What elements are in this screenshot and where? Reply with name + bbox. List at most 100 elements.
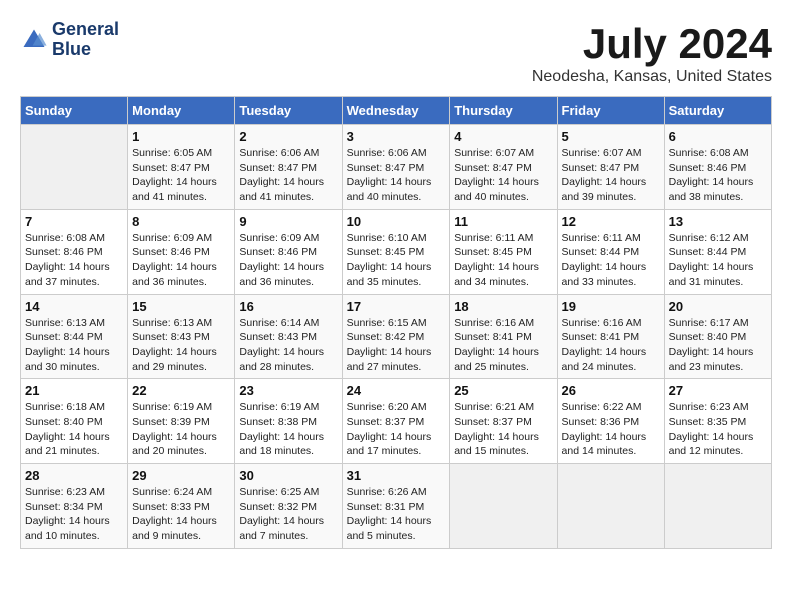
day-info: Sunrise: 6:26 AMSunset: 8:31 PMDaylight:… bbox=[347, 485, 446, 544]
day-info: Sunrise: 6:14 AMSunset: 8:43 PMDaylight:… bbox=[239, 316, 337, 375]
main-title: July 2024 bbox=[532, 20, 772, 68]
calendar-cell: 14Sunrise: 6:13 AMSunset: 8:44 PMDayligh… bbox=[21, 294, 128, 379]
calendar-cell: 24 Sunrise: 6:20 AMSunset: 8:37 PMDayligh… bbox=[342, 379, 450, 464]
day-number: 21 bbox=[25, 383, 123, 398]
calendar-cell: 5 Sunrise: 6:07 AMSunset: 8:47 PMDaylight… bbox=[557, 125, 664, 210]
day-number: 23 bbox=[239, 383, 337, 398]
calendar-cell: 27Sunrise: 6:23 AMSunset: 8:35 PMDayligh… bbox=[664, 379, 771, 464]
calendar-header-row: SundayMondayTuesdayWednesdayThursdayFrid… bbox=[21, 97, 772, 125]
day-number: 16 bbox=[239, 299, 337, 314]
calendar-week-4: 21 Sunrise: 6:18 AMSunset: 8:40 PMDayligh… bbox=[21, 379, 772, 464]
day-number: 13 bbox=[669, 214, 767, 229]
calendar-cell: 1Sunrise: 6:05 AMSunset: 8:47 PMDaylight… bbox=[128, 125, 235, 210]
calendar-cell: 29 Sunrise: 6:24 AMSunset: 8:33 PMDayligh… bbox=[128, 464, 235, 549]
day-number: 20 bbox=[669, 299, 767, 314]
day-info: Sunrise: 6:20 AMSunset: 8:37 PMDaylight:… bbox=[347, 400, 446, 459]
day-info: Sunrise: 6:11 AMSunset: 8:45 PMDaylight:… bbox=[454, 231, 552, 290]
calendar-week-3: 14Sunrise: 6:13 AMSunset: 8:44 PMDayligh… bbox=[21, 294, 772, 379]
day-number: 26 bbox=[562, 383, 660, 398]
calendar-cell: 17 Sunrise: 6:15 AMSunset: 8:42 PMDayligh… bbox=[342, 294, 450, 379]
calendar-cell: 25 Sunrise: 6:21 AMSunset: 8:37 PMDayligh… bbox=[450, 379, 557, 464]
calendar-cell: 10 Sunrise: 6:10 AMSunset: 8:45 PMDayligh… bbox=[342, 209, 450, 294]
day-info: Sunrise: 6:07 AMSunset: 8:47 PMDaylight:… bbox=[562, 146, 660, 205]
day-number: 30 bbox=[239, 468, 337, 483]
day-info: Sunrise: 6:18 AMSunset: 8:40 PMDaylight:… bbox=[25, 400, 123, 459]
day-number: 4 bbox=[454, 129, 552, 144]
day-header-tuesday: Tuesday bbox=[235, 97, 342, 125]
day-header-wednesday: Wednesday bbox=[342, 97, 450, 125]
subtitle: Neodesha, Kansas, United States bbox=[532, 68, 772, 86]
day-number: 25 bbox=[454, 383, 552, 398]
day-header-thursday: Thursday bbox=[450, 97, 557, 125]
calendar-cell bbox=[557, 464, 664, 549]
day-number: 28 bbox=[25, 468, 123, 483]
calendar: SundayMondayTuesdayWednesdayThursdayFrid… bbox=[20, 96, 772, 549]
calendar-week-5: 28 Sunrise: 6:23 AMSunset: 8:34 PMDayligh… bbox=[21, 464, 772, 549]
day-info: Sunrise: 6:11 AMSunset: 8:44 PMDaylight:… bbox=[562, 231, 660, 290]
day-number: 24 bbox=[347, 383, 446, 398]
calendar-cell: 12Sunrise: 6:11 AMSunset: 8:44 PMDayligh… bbox=[557, 209, 664, 294]
day-number: 5 bbox=[562, 129, 660, 144]
calendar-cell: 31 Sunrise: 6:26 AMSunset: 8:31 PMDayligh… bbox=[342, 464, 450, 549]
day-number: 31 bbox=[347, 468, 446, 483]
day-header-saturday: Saturday bbox=[664, 97, 771, 125]
calendar-cell: 20Sunrise: 6:17 AMSunset: 8:40 PMDayligh… bbox=[664, 294, 771, 379]
header: General Blue July 2024 Neodesha, Kansas,… bbox=[20, 20, 772, 86]
day-number: 8 bbox=[132, 214, 230, 229]
calendar-cell bbox=[664, 464, 771, 549]
day-info: Sunrise: 6:16 AMSunset: 8:41 PMDaylight:… bbox=[562, 316, 660, 375]
calendar-cell bbox=[450, 464, 557, 549]
day-number: 27 bbox=[669, 383, 767, 398]
calendar-cell: 23 Sunrise: 6:19 AMSunset: 8:38 PMDayligh… bbox=[235, 379, 342, 464]
calendar-cell: 3 Sunrise: 6:06 AMSunset: 8:47 PMDaylight… bbox=[342, 125, 450, 210]
calendar-cell: 30 Sunrise: 6:25 AMSunset: 8:32 PMDayligh… bbox=[235, 464, 342, 549]
day-info: Sunrise: 6:10 AMSunset: 8:45 PMDaylight:… bbox=[347, 231, 446, 290]
day-info: Sunrise: 6:12 AMSunset: 8:44 PMDaylight:… bbox=[669, 231, 767, 290]
calendar-cell bbox=[21, 125, 128, 210]
calendar-cell: 11 Sunrise: 6:11 AMSunset: 8:45 PMDayligh… bbox=[450, 209, 557, 294]
day-number: 6 bbox=[669, 129, 767, 144]
day-header-sunday: Sunday bbox=[21, 97, 128, 125]
day-number: 3 bbox=[347, 129, 446, 144]
day-info: Sunrise: 6:06 AMSunset: 8:47 PMDaylight:… bbox=[347, 146, 446, 205]
calendar-cell: 9Sunrise: 6:09 AMSunset: 8:46 PMDaylight… bbox=[235, 209, 342, 294]
calendar-week-2: 7Sunrise: 6:08 AMSunset: 8:46 PMDaylight… bbox=[21, 209, 772, 294]
day-number: 19 bbox=[562, 299, 660, 314]
day-number: 1 bbox=[132, 129, 230, 144]
logo-icon bbox=[20, 26, 48, 54]
day-header-friday: Friday bbox=[557, 97, 664, 125]
day-number: 9 bbox=[239, 214, 337, 229]
day-info: Sunrise: 6:13 AMSunset: 8:44 PMDaylight:… bbox=[25, 316, 123, 375]
day-info: Sunrise: 6:25 AMSunset: 8:32 PMDaylight:… bbox=[239, 485, 337, 544]
day-info: Sunrise: 6:21 AMSunset: 8:37 PMDaylight:… bbox=[454, 400, 552, 459]
calendar-cell: 22 Sunrise: 6:19 AMSunset: 8:39 PMDayligh… bbox=[128, 379, 235, 464]
day-info: Sunrise: 6:15 AMSunset: 8:42 PMDaylight:… bbox=[347, 316, 446, 375]
day-info: Sunrise: 6:08 AMSunset: 8:46 PMDaylight:… bbox=[25, 231, 123, 290]
day-info: Sunrise: 6:13 AMSunset: 8:43 PMDaylight:… bbox=[132, 316, 230, 375]
logo-text: General Blue bbox=[52, 20, 119, 60]
day-number: 17 bbox=[347, 299, 446, 314]
day-info: Sunrise: 6:22 AMSunset: 8:36 PMDaylight:… bbox=[562, 400, 660, 459]
calendar-cell: 2 Sunrise: 6:06 AMSunset: 8:47 PMDaylight… bbox=[235, 125, 342, 210]
calendar-cell: 15Sunrise: 6:13 AMSunset: 8:43 PMDayligh… bbox=[128, 294, 235, 379]
day-info: Sunrise: 6:23 AMSunset: 8:34 PMDaylight:… bbox=[25, 485, 123, 544]
calendar-cell: 26 Sunrise: 6:22 AMSunset: 8:36 PMDayligh… bbox=[557, 379, 664, 464]
day-info: Sunrise: 6:19 AMSunset: 8:39 PMDaylight:… bbox=[132, 400, 230, 459]
day-number: 22 bbox=[132, 383, 230, 398]
calendar-cell: 8Sunrise: 6:09 AMSunset: 8:46 PMDaylight… bbox=[128, 209, 235, 294]
calendar-cell: 16 Sunrise: 6:14 AMSunset: 8:43 PMDayligh… bbox=[235, 294, 342, 379]
calendar-cell: 21 Sunrise: 6:18 AMSunset: 8:40 PMDayligh… bbox=[21, 379, 128, 464]
day-info: Sunrise: 6:06 AMSunset: 8:47 PMDaylight:… bbox=[239, 146, 337, 205]
day-number: 29 bbox=[132, 468, 230, 483]
day-number: 10 bbox=[347, 214, 446, 229]
day-info: Sunrise: 6:07 AMSunset: 8:47 PMDaylight:… bbox=[454, 146, 552, 205]
calendar-cell: 7Sunrise: 6:08 AMSunset: 8:46 PMDaylight… bbox=[21, 209, 128, 294]
calendar-cell: 13 Sunrise: 6:12 AMSunset: 8:44 PMDayligh… bbox=[664, 209, 771, 294]
calendar-cell: 19 Sunrise: 6:16 AMSunset: 8:41 PMDayligh… bbox=[557, 294, 664, 379]
day-header-monday: Monday bbox=[128, 97, 235, 125]
day-number: 11 bbox=[454, 214, 552, 229]
day-info: Sunrise: 6:19 AMSunset: 8:38 PMDaylight:… bbox=[239, 400, 337, 459]
day-info: Sunrise: 6:24 AMSunset: 8:33 PMDaylight:… bbox=[132, 485, 230, 544]
day-info: Sunrise: 6:16 AMSunset: 8:41 PMDaylight:… bbox=[454, 316, 552, 375]
day-number: 2 bbox=[239, 129, 337, 144]
